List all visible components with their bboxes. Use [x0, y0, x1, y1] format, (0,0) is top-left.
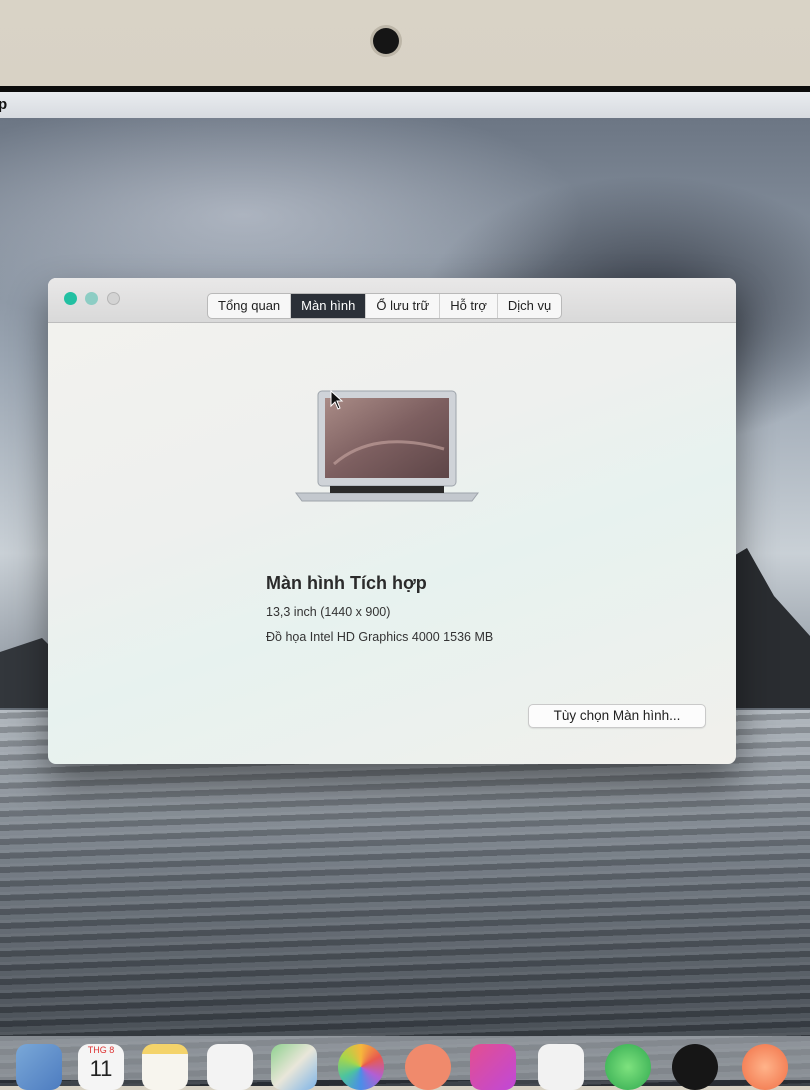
- app-icon[interactable]: [605, 1044, 651, 1090]
- graphics-info: Đồ họa Intel HD Graphics 4000 1536 MB: [266, 630, 494, 644]
- mouse-pointer-icon: [330, 390, 344, 410]
- minimize-button[interactable]: [85, 292, 98, 305]
- tab-service[interactable]: Dịch vụ: [498, 294, 561, 318]
- menu-app-name[interactable]: p: [0, 92, 7, 118]
- display-size-resolution: 13,3 inch (1440 x 900): [266, 605, 391, 619]
- music-icon[interactable]: [470, 1044, 516, 1090]
- finder-icon[interactable]: [16, 1044, 62, 1090]
- close-button[interactable]: [64, 292, 77, 305]
- maps-icon[interactable]: [271, 1044, 317, 1090]
- photos-icon[interactable]: [338, 1044, 384, 1090]
- macbook-display-icon: [295, 390, 479, 502]
- facetime-icon[interactable]: [405, 1044, 451, 1090]
- screen: p Tổng quan Màn hình Ổ lưu trữ Hỗ trợ Dị…: [0, 86, 810, 1086]
- tab-support[interactable]: Hỗ trợ: [440, 294, 498, 318]
- tab-storage[interactable]: Ổ lưu trữ: [366, 294, 441, 318]
- tv-icon[interactable]: [672, 1044, 718, 1090]
- calendar-month: THG 8: [87, 1045, 115, 1055]
- wallpaper-water: [0, 710, 810, 1086]
- menu-bar: p: [0, 92, 810, 118]
- display-name: Màn hình Tích hợp: [266, 573, 427, 593]
- tab-bar: Tổng quan Màn hình Ổ lưu trữ Hỗ trợ Dịch…: [207, 293, 563, 319]
- webcam: [373, 28, 399, 54]
- app-store-icon[interactable]: [742, 1044, 788, 1090]
- calendar-day: 11: [89, 1056, 113, 1081]
- window-titlebar[interactable]: Tổng quan Màn hình Ổ lưu trữ Hỗ trợ Dịch…: [48, 278, 736, 323]
- podcasts-icon[interactable]: [538, 1044, 584, 1090]
- notes-icon[interactable]: [142, 1044, 188, 1090]
- display-preferences-button[interactable]: Tùy chọn Màn hình...: [528, 704, 706, 728]
- reminders-icon[interactable]: [207, 1044, 253, 1090]
- about-this-mac-window: Tổng quan Màn hình Ổ lưu trữ Hỗ trợ Dịch…: [48, 278, 736, 764]
- window-content: Màn hình Tích hợp 13,3 inch (1440 x 900)…: [48, 323, 736, 764]
- tab-displays[interactable]: Màn hình: [291, 294, 367, 318]
- tab-overview[interactable]: Tổng quan: [208, 294, 292, 318]
- calendar-icon[interactable]: THG 8 11: [78, 1044, 124, 1090]
- zoom-button[interactable]: [107, 292, 120, 305]
